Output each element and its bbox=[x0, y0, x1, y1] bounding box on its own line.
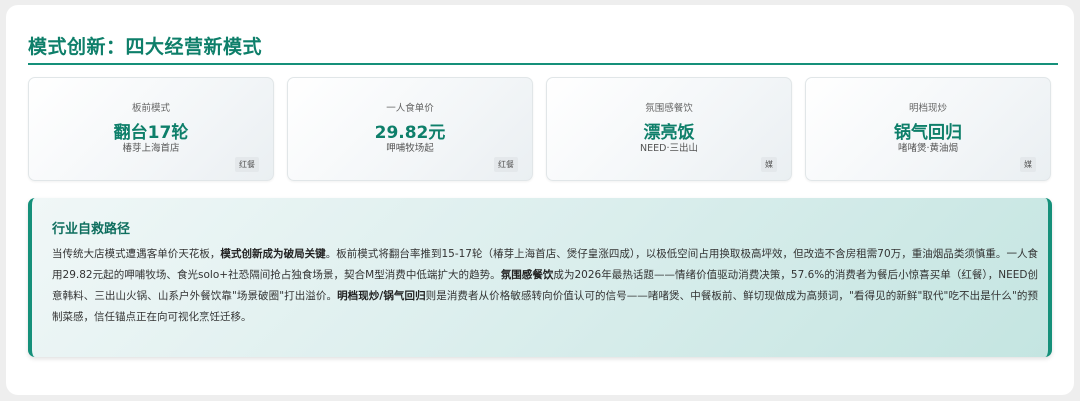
panel-body-text: 当传统大店模式遭遇客单价天花板，模式创新成为破局关键。板前模式将翻台率推到15-… bbox=[52, 244, 1038, 328]
metric-card-ambience-dining: 氛围感餐饮 漂亮饭 NEED·三出山 媒 bbox=[546, 77, 792, 181]
metric-label: 明档现炒 bbox=[908, 103, 947, 114]
metric-label: 氛围感餐饮 bbox=[645, 103, 693, 114]
body-highlight: 明档现炒/锅气回归 bbox=[337, 290, 426, 302]
metric-card-counter-mode: 板前模式 翻台17轮 椿芽上海首店 红餐 bbox=[28, 77, 274, 181]
body-segment: 当传统大店模式遭遇客单价天花板， bbox=[52, 248, 221, 260]
content-card: 模式创新：四大经营新模式 板前模式 翻台17轮 椿芽上海首店 红餐 一人食单价 … bbox=[6, 5, 1074, 395]
metric-card-solo-dining: 一人食单价 29.82元 呷哺牧场起 红餐 bbox=[287, 77, 533, 181]
metric-label: 板前模式 bbox=[131, 103, 170, 114]
body-highlight: 模式创新成为破局关键 bbox=[220, 248, 326, 260]
source-tag: 媒 bbox=[1020, 157, 1036, 172]
source-tag: 红餐 bbox=[235, 157, 259, 172]
metric-subtext: 呷哺牧场起 bbox=[386, 143, 434, 154]
title-divider bbox=[28, 63, 1058, 65]
metric-subtext: NEED·三出山 bbox=[640, 143, 698, 154]
metric-subtext: 啫啫煲·黄油焗 bbox=[897, 143, 959, 154]
metric-subtext: 椿芽上海首店 bbox=[122, 143, 180, 154]
metric-card-open-kitchen: 明档现炒 锅气回归 啫啫煲·黄油焗 媒 bbox=[805, 77, 1051, 181]
source-tag: 红餐 bbox=[494, 157, 518, 172]
page-title: 模式创新：四大经营新模式 bbox=[28, 36, 263, 58]
panel-title: 行业自救路径 bbox=[52, 222, 131, 237]
body-highlight: 氛围感餐饮 bbox=[500, 269, 554, 281]
metric-label: 一人食单价 bbox=[386, 103, 434, 114]
source-tag: 媒 bbox=[761, 157, 777, 172]
insight-panel: 行业自救路径 当传统大店模式遭遇客单价天花板，模式创新成为破局关键。板前模式将翻… bbox=[28, 198, 1052, 357]
